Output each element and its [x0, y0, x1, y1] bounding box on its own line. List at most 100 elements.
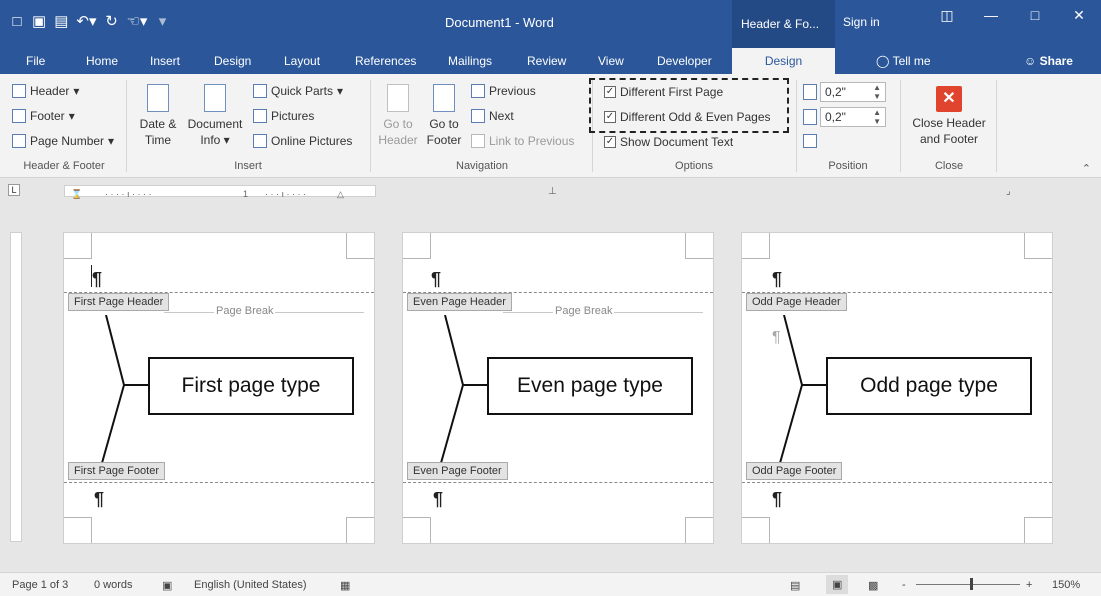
next-button[interactable]: Next	[471, 109, 514, 123]
sign-in-link[interactable]: Sign in	[843, 15, 880, 29]
save-as-icon[interactable]: ▤	[54, 12, 68, 30]
page-count[interactable]: Page 1 of 3	[12, 579, 68, 591]
new-document-icon[interactable]: □	[10, 13, 24, 30]
proofing-icon[interactable]: ▣	[162, 579, 172, 592]
group-label-position: Position	[828, 160, 868, 172]
zoom-out-button[interactable]: -	[902, 579, 906, 591]
read-mode-icon[interactable]: ▤	[790, 579, 800, 592]
group-label-insert: Insert	[234, 160, 262, 172]
header-icon	[12, 84, 26, 98]
page-odd: ¶ Odd Page Header ¶ Odd page type Odd Pa…	[741, 232, 1053, 544]
checkbox-checked-icon: ✓	[604, 136, 616, 148]
document-info-label-2: Info	[200, 133, 221, 147]
minimize-icon[interactable]: —	[969, 0, 1013, 30]
first-page-footer-tag: First Page Footer	[68, 462, 165, 480]
spinner-arrows-icon[interactable]: ▲ ▼	[873, 108, 881, 126]
go-to-header-label: Go to	[383, 117, 413, 131]
footer-position-spinner[interactable]: 0,2" ▲ ▼	[820, 107, 886, 127]
checkbox-checked-icon: ✓	[604, 86, 616, 98]
page-number-button[interactable]: Page Number ▾	[12, 134, 114, 148]
date-time-label: Date &	[139, 117, 177, 131]
ribbon-display-icon[interactable]: ◫	[925, 0, 969, 30]
crop-mark	[64, 233, 92, 259]
print-layout-icon[interactable]: ▣	[826, 575, 849, 594]
word-count[interactable]: 0 words	[94, 579, 133, 591]
vertical-ruler[interactable]	[10, 232, 22, 542]
odd-page-header-tag: Odd Page Header	[746, 293, 847, 311]
maximize-icon[interactable]: □	[1013, 0, 1057, 30]
tab-review[interactable]: Review	[527, 54, 566, 68]
go-to-header-label-2: Header	[378, 133, 418, 147]
header-button[interactable]: Header ▾	[12, 84, 79, 98]
tab-layout[interactable]: Layout	[284, 54, 320, 68]
tab-developer[interactable]: Developer	[657, 54, 712, 68]
ruler-bar[interactable]: ⌛ · · · · ı · · · · 1 · · · ı · · · · △	[64, 185, 376, 200]
right-indent-icon[interactable]: △	[337, 189, 344, 200]
tab-mailings[interactable]: Mailings	[448, 54, 492, 68]
online-pictures-button[interactable]: Online Pictures	[253, 134, 352, 148]
date-time-label-2: Time	[144, 133, 172, 147]
web-layout-icon[interactable]: ▩	[868, 579, 878, 592]
tab-view[interactable]: View	[598, 54, 624, 68]
quick-access-toolbar: □ ▣ ▤ ↶▾ ↻ ☜▾ ▾	[10, 12, 169, 31]
close-icon[interactable]: ✕	[1057, 0, 1101, 30]
paragraph-mark[interactable]: ¶	[772, 489, 782, 510]
save-icon[interactable]: ▣	[32, 12, 46, 30]
footer-button[interactable]: Footer ▾	[12, 109, 75, 123]
customize-icon[interactable]: ▾	[155, 12, 169, 30]
go-to-footer-label-2: Footer	[426, 133, 462, 147]
indent-marker-icon[interactable]: ⌛	[71, 189, 82, 200]
tell-me-search[interactable]: ◯ Tell me	[876, 54, 931, 68]
crop-mark	[1024, 233, 1052, 259]
tab-references[interactable]: References	[355, 54, 416, 68]
first-page-header-tag: First Page Header	[68, 293, 170, 311]
show-document-text-label: Show Document Text	[620, 135, 734, 149]
paragraph-mark[interactable]: ¶	[94, 489, 104, 510]
spinner-arrows-icon[interactable]: ▲ ▼	[873, 83, 881, 101]
calendar-icon	[147, 84, 169, 112]
tab-home[interactable]: Home	[86, 54, 118, 68]
date-time-button[interactable]: Date & Time	[136, 84, 180, 148]
document-title: Document1 - Word	[445, 15, 554, 30]
macro-recording-icon[interactable]: ▦	[340, 579, 350, 592]
page-break-label: Page Break	[214, 305, 276, 317]
tab-selector[interactable]: L	[8, 184, 20, 196]
page-first: ¶ First Page Header Page Break First pag…	[63, 232, 375, 544]
zoom-slider-thumb[interactable]	[970, 578, 973, 590]
tab-design-header-footer[interactable]: Design	[732, 48, 835, 74]
share-button[interactable]: ☺ Share	[1024, 54, 1073, 68]
tab-insert[interactable]: Insert	[150, 54, 180, 68]
show-document-text-checkbox[interactable]: ✓ Show Document Text	[604, 135, 733, 149]
online-pictures-icon	[253, 134, 267, 148]
tab-file[interactable]: File	[26, 54, 45, 68]
bracket-lines	[101, 315, 148, 464]
paragraph-mark[interactable]: ¶	[92, 269, 102, 290]
pictures-button[interactable]: Pictures	[253, 109, 314, 123]
link-to-previous-button[interactable]: Link to Previous	[471, 134, 574, 148]
zoom-in-button[interactable]: +	[1026, 579, 1032, 591]
header-position-spinner[interactable]: 0,2" ▲ ▼	[820, 82, 886, 102]
crop-mark	[64, 517, 92, 543]
paragraph-mark[interactable]: ¶	[431, 269, 441, 290]
checkbox-checked-icon: ✓	[604, 111, 616, 123]
collapse-ribbon-icon[interactable]: ⌃	[1082, 162, 1091, 175]
language-indicator[interactable]: English (United States)	[194, 579, 307, 591]
close-header-footer-button[interactable]: ✕ Close Header and Footer	[906, 86, 992, 147]
different-odd-even-checkbox[interactable]: ✓ Different Odd & Even Pages	[604, 110, 771, 124]
different-first-page-checkbox[interactable]: ✓ Different First Page	[604, 85, 723, 99]
go-to-footer-button[interactable]: Go to Footer	[424, 84, 464, 148]
document-info-button[interactable]: Document Info ▾	[184, 84, 246, 148]
zoom-level[interactable]: 150%	[1052, 579, 1080, 591]
tab-design-doc[interactable]: Design	[214, 54, 251, 68]
paragraph-mark[interactable]: ¶	[772, 269, 782, 290]
pictures-label: Pictures	[271, 109, 315, 123]
undo-icon[interactable]: ↶▾	[76, 12, 96, 30]
zoom-slider[interactable]	[916, 584, 1020, 585]
touch-mode-icon[interactable]: ☜▾	[126, 12, 147, 30]
previous-button[interactable]: Previous	[471, 84, 536, 98]
quick-parts-button[interactable]: Quick Parts ▾	[253, 84, 343, 98]
go-to-header-button[interactable]: Go to Header	[378, 84, 418, 148]
insert-alignment-tab-icon[interactable]	[803, 134, 817, 148]
redo-icon[interactable]: ↻	[104, 12, 118, 30]
paragraph-mark[interactable]: ¶	[433, 489, 443, 510]
